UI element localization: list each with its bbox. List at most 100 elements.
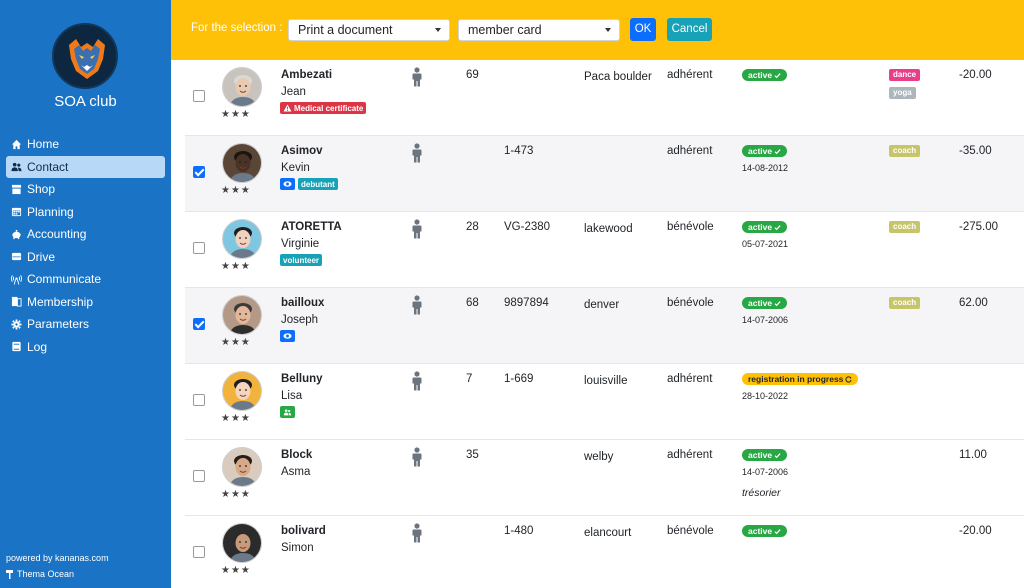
- row-select-checkbox[interactable]: [193, 470, 205, 482]
- contact-type: bénévole: [667, 525, 714, 537]
- contact-last-name[interactable]: bolivard: [281, 525, 326, 537]
- check-icon: [774, 528, 781, 534]
- sidebar-item-home[interactable]: Home: [6, 133, 165, 156]
- contact-tags: debutant: [280, 178, 338, 190]
- action-select[interactable]: Print a document: [288, 19, 450, 41]
- tag-badge: Medical certificate: [280, 102, 367, 114]
- chevron-down-icon: [435, 28, 441, 32]
- cancel-button[interactable]: Cancel: [667, 18, 712, 41]
- check-icon: [774, 72, 781, 78]
- contact-row[interactable]: ★★★ Ambezati Jean Medical certificate 69 Paca…: [185, 60, 1024, 136]
- person-icon: [412, 219, 422, 239]
- tag-label: debutant: [301, 179, 335, 189]
- tag-badge: [280, 406, 295, 418]
- selection-label: For the selection :: [191, 22, 283, 34]
- contact-member-code: 9897894: [504, 297, 549, 309]
- tag-badge: volunteer: [280, 254, 323, 266]
- contact-row[interactable]: ★★★ bailloux Joseph 68 9897894 denver bénévole…: [185, 288, 1024, 364]
- piggy-bank-icon: [9, 228, 23, 240]
- contact-row[interactable]: ★★★ Block Asma 35 welby adhérent active 14-07-2…: [185, 440, 1024, 516]
- status-badge: active: [742, 69, 788, 81]
- contact-row[interactable]: ★★★ bolivard Simon 1-480 elancourt bénévole ac…: [185, 516, 1024, 588]
- status-badge: registration in progress: [742, 373, 859, 385]
- avatar[interactable]: [222, 219, 262, 259]
- contact-tags: Medical certificate: [280, 102, 367, 114]
- document-select[interactable]: member card: [458, 19, 620, 41]
- membership-date: 14-08-2012: [742, 163, 789, 173]
- sidebar-item-label: Shop: [27, 182, 56, 197]
- refresh-icon: [845, 375, 853, 383]
- contact-balance: -20.00: [959, 525, 992, 537]
- contact-row[interactable]: ★★★ Asimov Kevin debutant 1-473 adhérent activ…: [185, 136, 1024, 212]
- contact-first-name: Virginie: [281, 238, 320, 250]
- status-badge: active: [742, 449, 788, 461]
- sidebar-item-membership[interactable]: Membership: [6, 291, 165, 314]
- contact-tags: [280, 406, 295, 418]
- contact-last-name[interactable]: Ambezati: [281, 69, 332, 81]
- status-label: active: [748, 450, 773, 460]
- contact-first-name: Kevin: [281, 162, 310, 174]
- row-select-checkbox[interactable]: [193, 90, 205, 102]
- powered-by[interactable]: powered by kananas.com: [6, 553, 109, 563]
- sidebar-item-accounting[interactable]: Accounting: [6, 223, 165, 246]
- sidebar-item-label: Membership: [27, 294, 94, 309]
- eye-icon: [283, 332, 292, 340]
- activity-tags: dance yoga: [889, 69, 921, 99]
- avatar[interactable]: [222, 295, 262, 335]
- sidebar: SOA club Home Contact Shop Planning Accounti…: [0, 0, 171, 588]
- contact-balance: 62.00: [959, 297, 988, 309]
- avatar[interactable]: [222, 523, 262, 563]
- avatar[interactable]: [222, 371, 262, 411]
- avatar[interactable]: [222, 447, 262, 487]
- sidebar-item-planning[interactable]: Planning: [6, 201, 165, 224]
- contact-last-name[interactable]: Block: [281, 449, 312, 461]
- club-logo[interactable]: [52, 23, 118, 89]
- contact-first-name: Jean: [281, 86, 306, 98]
- contact-row[interactable]: ★★★ Belluny Lisa 7 1-669 louisville adhérent re…: [185, 364, 1024, 440]
- contact-last-name[interactable]: Asimov: [281, 145, 323, 157]
- rating-stars: ★★★: [221, 565, 251, 576]
- check-icon: [774, 224, 781, 230]
- sidebar-item-drive[interactable]: Drive: [6, 246, 165, 269]
- avatar[interactable]: [222, 143, 262, 183]
- status-badge: active: [742, 297, 788, 309]
- contact-balance: -35.00: [959, 145, 992, 157]
- contact-last-name[interactable]: bailloux: [281, 297, 324, 309]
- contact-tags: volunteer: [280, 254, 323, 266]
- contact-role: trésorier: [742, 487, 781, 499]
- row-select-checkbox[interactable]: [193, 166, 205, 178]
- activity-badge: coach: [889, 221, 921, 233]
- contact-list: ★★★ Ambezati Jean Medical certificate 69 Paca…: [185, 60, 1024, 588]
- sidebar-item-label: Log: [27, 339, 48, 354]
- sidebar-item-log[interactable]: Log: [6, 336, 165, 359]
- row-select-checkbox[interactable]: [193, 546, 205, 558]
- hard-drive-icon: [9, 251, 23, 263]
- selection-action-bar: For the selection : Print a document mem…: [171, 0, 1024, 60]
- contact-member-code: 1-473: [504, 145, 534, 157]
- row-select-checkbox[interactable]: [193, 318, 205, 330]
- status-label: active: [748, 70, 773, 80]
- ok-button[interactable]: OK: [630, 18, 656, 41]
- activity-badge: coach: [889, 145, 921, 157]
- avatar[interactable]: [222, 67, 262, 107]
- membership-date: 14-07-2006: [742, 315, 789, 325]
- door-icon: [9, 296, 23, 308]
- activity-tags: coach: [889, 145, 921, 157]
- contact-last-name[interactable]: Belluny: [281, 373, 323, 385]
- check-icon: [774, 300, 781, 306]
- sidebar-item-contact[interactable]: Contact: [6, 155, 165, 178]
- row-select-checkbox[interactable]: [193, 394, 205, 406]
- contact-age: 28: [466, 221, 479, 233]
- theme-switcher[interactable]: Thema Ocean: [6, 569, 74, 579]
- sidebar-item-communicate[interactable]: Communicate: [6, 268, 165, 291]
- row-select-checkbox[interactable]: [193, 242, 205, 254]
- check-icon: [774, 452, 781, 458]
- contact-first-name: Simon: [281, 542, 314, 554]
- action-select-value: Print a document: [298, 23, 393, 37]
- contact-type: adhérent: [667, 449, 713, 461]
- sidebar-item-parameters[interactable]: Parameters: [6, 313, 165, 336]
- contact-last-name[interactable]: ATORETTA: [281, 221, 342, 233]
- contact-row[interactable]: ★★★ ATORETTA Virginie volunteer 28 VG-2380 lak…: [185, 212, 1024, 288]
- sidebar-item-shop[interactable]: Shop: [6, 178, 165, 201]
- store-icon: [9, 183, 23, 195]
